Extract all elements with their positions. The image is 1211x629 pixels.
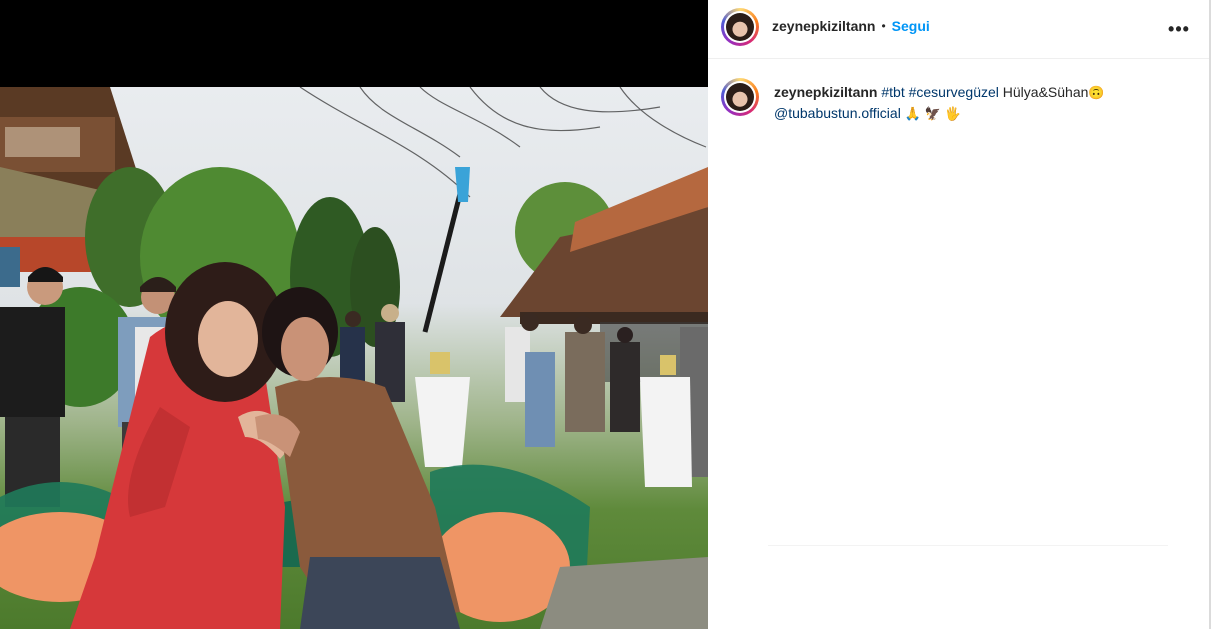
- caption-text: Hülya&Sühan: [1002, 84, 1089, 100]
- post-header: zeynepkiziltann • Segui •••: [708, 0, 1209, 59]
- folded-hands-emoji: 🙏: [904, 106, 921, 121]
- header-separator: •: [881, 19, 886, 33]
- caption-avatar[interactable]: [721, 78, 759, 116]
- bird-emoji: 🦅: [924, 106, 941, 121]
- hashtag-link[interactable]: #tbt: [881, 84, 904, 100]
- avatar-ring-gap: [724, 11, 756, 43]
- header-username[interactable]: zeynepkiziltann: [772, 18, 875, 34]
- post-side-panel: zeynepkiziltann • Segui ••• zeynepkizilt…: [708, 0, 1211, 629]
- post-caption: zeynepkiziltann #tbt #cesurvegüzel Hülya…: [774, 82, 1174, 124]
- raised-hand-emoji: 🖐: [944, 106, 962, 121]
- boom-pole: [422, 181, 466, 333]
- upside-down-face-emoji: 🙃: [1088, 85, 1105, 100]
- caption-username[interactable]: zeynepkiziltann: [774, 84, 877, 100]
- photo-illustration: [0, 87, 708, 629]
- post-media[interactable]: [0, 0, 708, 629]
- branches: [299, 87, 707, 198]
- avatar-image: [726, 13, 754, 41]
- comments-divider: [768, 545, 1168, 546]
- follow-button[interactable]: Segui: [892, 18, 930, 34]
- post-photo[interactable]: [0, 87, 708, 629]
- mention-link[interactable]: @tubabustun.official: [774, 105, 901, 121]
- header-avatar[interactable]: [721, 8, 759, 46]
- avatar-image: [726, 83, 754, 111]
- header-title-row: zeynepkiziltann • Segui: [772, 18, 930, 34]
- stone-path: [540, 557, 708, 629]
- more-options-icon[interactable]: •••: [1167, 17, 1191, 41]
- avatar-ring-gap: [724, 81, 756, 113]
- hashtag-link[interactable]: #cesurvegüzel: [909, 84, 999, 100]
